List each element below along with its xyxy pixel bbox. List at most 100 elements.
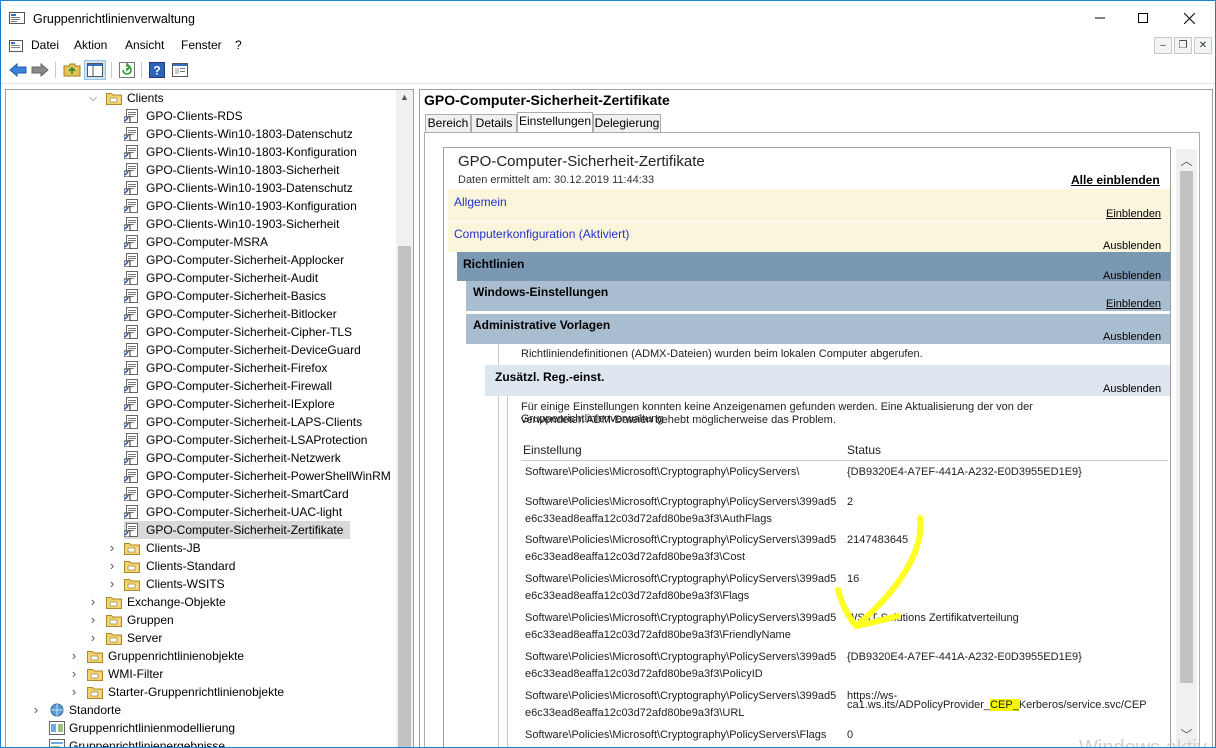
- forward-button[interactable]: [29, 60, 51, 80]
- menu-datei[interactable]: Datei: [31, 38, 59, 52]
- section-computer-title[interactable]: Computerkonfiguration (Aktiviert): [454, 227, 629, 241]
- tree-item[interactable]: GPO-Computer-Sicherheit-Bitlocker: [6, 305, 398, 323]
- tree-item[interactable]: GPO-Clients-Win10-1803-Konfiguration: [6, 143, 398, 161]
- document-icon[interactable]: [9, 39, 23, 53]
- tree-item[interactable]: › Standorte: [6, 701, 398, 719]
- expand-arrow-right-icon[interactable]: ›: [31, 701, 41, 719]
- tree-item[interactable]: › Server: [6, 629, 398, 647]
- mdi-minimize-button[interactable]: –: [1154, 37, 1172, 54]
- expand-arrow-right-icon[interactable]: ›: [88, 611, 98, 629]
- mdi-close-button[interactable]: ✕: [1194, 37, 1212, 54]
- tree-item[interactable]: Gruppenrichtlinienmodellierung: [6, 719, 398, 737]
- tree-item[interactable]: Gruppenrichtlinienergebnisse: [6, 737, 398, 747]
- tree-item[interactable]: GPO-Computer-Sicherheit-Firefox: [6, 359, 398, 377]
- back-button[interactable]: [7, 60, 29, 80]
- section-zusatzl-reg-einst[interactable]: Zusätzl. Reg.-einst. Ausblenden: [485, 365, 1170, 396]
- tree-item[interactable]: › Starter-Gruppenrichtlinienobjekte: [6, 683, 398, 701]
- tree-item[interactable]: › Exchange-Objekte: [6, 593, 398, 611]
- section-allgemein-toggle[interactable]: Einblenden: [1106, 208, 1161, 220]
- tab-details[interactable]: Details: [471, 114, 517, 133]
- help-button[interactable]: ?: [146, 60, 168, 80]
- scroll-up-icon[interactable]: ︿: [1176, 151, 1197, 171]
- expand-arrow-right-icon[interactable]: ›: [69, 683, 79, 701]
- tree-item[interactable]: GPO-Computer-Sicherheit-Cipher-TLS: [6, 323, 398, 341]
- show-all-link[interactable]: Alle einblenden: [1071, 173, 1160, 187]
- section-admin-toggle[interactable]: Ausblenden: [1103, 331, 1161, 343]
- report-scrollbar[interactable]: ︿ ﹀: [1176, 149, 1197, 747]
- tree-item[interactable]: GPO-Computer-Sicherheit-SmartCard: [6, 485, 398, 503]
- minimize-button[interactable]: [1077, 1, 1123, 35]
- expand-arrow-down-icon[interactable]: ⌵: [88, 90, 98, 107]
- tree-scrollbar[interactable]: ▲: [396, 90, 413, 747]
- menu-fenster[interactable]: Fenster: [181, 38, 222, 52]
- tree-item[interactable]: GPO-Computer-Sicherheit-Netzwerk: [6, 449, 398, 467]
- up-folder-button[interactable]: [61, 60, 83, 80]
- scroll-up-icon[interactable]: ▲: [398, 92, 411, 104]
- expand-arrow-right-icon[interactable]: ›: [107, 575, 117, 593]
- expand-arrow-right-icon[interactable]: ›: [107, 557, 117, 575]
- section-allgemein[interactable]: Allgemein Einblenden: [448, 189, 1170, 221]
- tree-item[interactable]: › Gruppenrichtlinienobjekte: [6, 647, 398, 665]
- expand-arrow-right-icon[interactable]: ›: [69, 665, 79, 683]
- section-windows-einstellungen[interactable]: Windows-Einstellungen Einblenden: [466, 281, 1170, 311]
- tree-item[interactable]: ⌵ Clients: [6, 90, 398, 107]
- tree-item[interactable]: › Clients-Standard: [6, 557, 398, 575]
- maximize-icon: [1138, 13, 1148, 23]
- tree-item[interactable]: › Clients-WSITS: [6, 575, 398, 593]
- section-zusatz-toggle[interactable]: Ausblenden: [1103, 383, 1161, 395]
- section-admin-title[interactable]: Administrative Vorlagen: [473, 318, 610, 332]
- refresh-button[interactable]: [116, 60, 138, 80]
- tree-item[interactable]: GPO-Computer-Sicherheit-Firewall: [6, 377, 398, 395]
- tab-bereich[interactable]: Bereich: [425, 114, 471, 133]
- properties-button[interactable]: [169, 60, 191, 80]
- tree-item[interactable]: GPO-Clients-Win10-1903-Datenschutz: [6, 179, 398, 197]
- expand-arrow-right-icon[interactable]: ›: [88, 593, 98, 611]
- tree-item[interactable]: GPO-Computer-Sicherheit-DeviceGuard: [6, 341, 398, 359]
- tab-delegierung[interactable]: Delegierung: [593, 114, 661, 133]
- show-hide-console-tree-button[interactable]: [84, 60, 106, 80]
- sites-icon: [50, 703, 64, 717]
- section-richtlinien-title[interactable]: Richtlinien: [463, 257, 524, 271]
- section-computer-toggle[interactable]: Ausblenden: [1103, 240, 1161, 252]
- report-scrollbar-thumb[interactable]: [1180, 171, 1193, 683]
- section-richtlinien[interactable]: Richtlinien Ausblenden: [457, 252, 1170, 282]
- tree-item[interactable]: › WMI-Filter: [6, 665, 398, 683]
- expand-arrow-right-icon[interactable]: ›: [88, 629, 98, 647]
- tree-item[interactable]: GPO-Clients-Win10-1803-Datenschutz: [6, 125, 398, 143]
- close-button[interactable]: [1166, 1, 1212, 35]
- menu-ansicht[interactable]: Ansicht: [125, 38, 164, 52]
- title-bar[interactable]: Gruppenrichtlinienverwaltung: [1, 1, 1215, 35]
- section-administrative-vorlagen[interactable]: Administrative Vorlagen Ausblenden: [466, 314, 1170, 344]
- tree-item[interactable]: GPO-Computer-Sicherheit-Applocker: [6, 251, 398, 269]
- tab-einstellungen[interactable]: Einstellungen: [517, 112, 593, 133]
- expand-arrow-right-icon[interactable]: ›: [69, 647, 79, 665]
- tree-item[interactable]: GPO-Clients-Win10-1803-Sicherheit: [6, 161, 398, 179]
- tree-item[interactable]: GPO-Clients-Win10-1903-Sicherheit: [6, 215, 398, 233]
- section-computerkonfiguration[interactable]: Computerkonfiguration (Aktiviert) Ausble…: [448, 222, 1170, 252]
- section-windows-title[interactable]: Windows-Einstellungen: [473, 285, 608, 299]
- tree-item[interactable]: GPO-Computer-Sicherheit-UAC-light: [6, 503, 398, 521]
- tree-item[interactable]: GPO-Computer-MSRA: [6, 233, 398, 251]
- tree-item[interactable]: › Clients-JB: [6, 539, 398, 557]
- maximize-button[interactable]: [1120, 1, 1166, 35]
- tree-item[interactable]: GPO-Computer-Sicherheit-LSAProtection: [6, 431, 398, 449]
- expand-arrow-right-icon[interactable]: ›: [107, 539, 117, 557]
- column-header-status: Status: [847, 443, 882, 457]
- tree-item[interactable]: GPO-Clients-Win10-1903-Konfiguration: [6, 197, 398, 215]
- tree-item[interactable]: GPO-Clients-RDS: [6, 107, 398, 125]
- tree-item[interactable]: GPO-Computer-Sicherheit-IExplore: [6, 395, 398, 413]
- tree-item[interactable]: GPO-Computer-Sicherheit-LAPS-Clients: [6, 413, 398, 431]
- tree-item[interactable]: GPO-Computer-Sicherheit-Basics: [6, 287, 398, 305]
- section-zusatz-title[interactable]: Zusätzl. Reg.-einst.: [495, 370, 604, 384]
- tree-item[interactable]: GPO-Computer-Sicherheit-Audit: [6, 269, 398, 287]
- menu-help[interactable]: ?: [235, 38, 242, 52]
- tree-item[interactable]: › Gruppen: [6, 611, 398, 629]
- tree-item[interactable]: GPO-Computer-Sicherheit-Zertifikate: [6, 521, 398, 539]
- section-allgemein-title[interactable]: Allgemein: [454, 195, 507, 209]
- menu-aktion[interactable]: Aktion: [74, 38, 107, 52]
- console-tree[interactable]: ⌵ Clients GPO-Clients-RDS GPO-Clients-Win10…: [5, 89, 414, 747]
- tree-item[interactable]: GPO-Computer-Sicherheit-PowerShellWinRM: [6, 467, 398, 485]
- mdi-restore-button[interactable]: ❐: [1174, 37, 1192, 54]
- tree-scrollbar-thumb[interactable]: [398, 246, 411, 747]
- section-windows-toggle[interactable]: Einblenden: [1106, 298, 1161, 310]
